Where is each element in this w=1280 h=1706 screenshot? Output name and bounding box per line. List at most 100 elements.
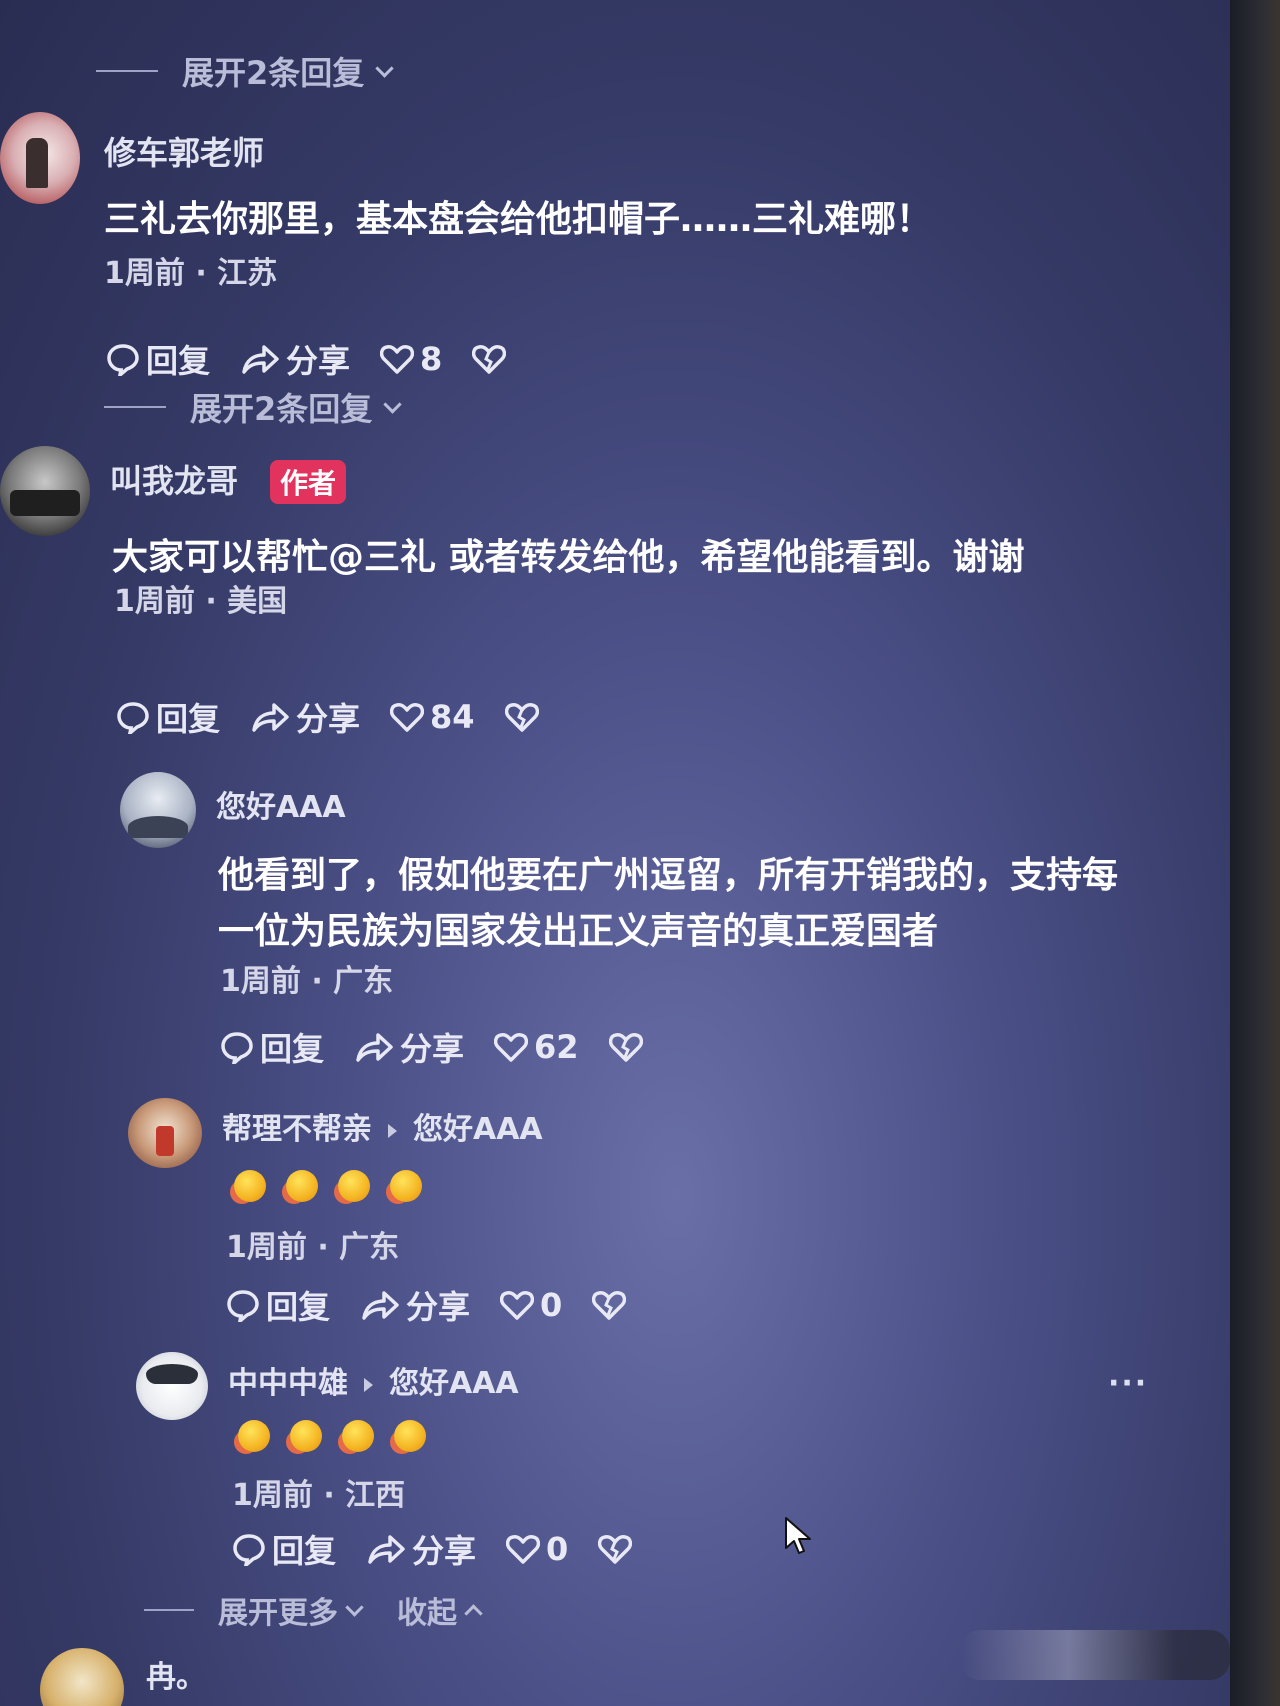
reply-button[interactable]: 回复 — [232, 1526, 336, 1572]
share-button[interactable]: 分享 — [366, 1526, 476, 1572]
like-button[interactable]: 0 — [500, 1286, 562, 1324]
share-button[interactable]: 分享 — [250, 694, 360, 740]
reply-to-name[interactable]: 您好AAA — [389, 1366, 519, 1401]
dislike-button[interactable] — [504, 701, 539, 733]
share-icon — [362, 1291, 399, 1320]
share-icon — [356, 1033, 393, 1062]
like-count: 62 — [534, 1028, 579, 1066]
reply-username[interactable]: 帮理不帮亲 您好AAA — [222, 1104, 543, 1148]
collapse-label: 收起 — [397, 1596, 457, 1631]
thumbs-up-emoji — [338, 1170, 370, 1202]
dislike-button[interactable] — [608, 1031, 643, 1063]
avatar[interactable] — [40, 1648, 124, 1706]
expand-more-label: 展开更多 — [218, 1596, 338, 1631]
thumbs-up-emoji — [394, 1420, 426, 1452]
share-icon — [252, 703, 289, 732]
comment-username[interactable]: 叫我龙哥 — [110, 456, 238, 502]
avatar-detail — [10, 490, 80, 516]
reply-button[interactable]: 回复 — [116, 694, 220, 740]
avatar[interactable] — [128, 1098, 202, 1168]
like-count: 84 — [430, 698, 475, 736]
expand-replies-link[interactable]: 展开2条回复 — [96, 48, 394, 94]
expand-replies-label: 展开2条回复 — [182, 54, 365, 92]
reply-actions: 回复 分享 0 — [232, 1526, 662, 1572]
dislike-button[interactable] — [598, 1533, 633, 1565]
reply-meta: 1周前 · 广东 — [226, 1230, 400, 1265]
monitor-bezel — [1230, 0, 1280, 1706]
reply-author-name[interactable]: 帮理不帮亲 — [222, 1112, 372, 1147]
dislike-heart-icon — [608, 1033, 643, 1062]
like-button[interactable]: 0 — [506, 1530, 568, 1568]
share-label: 分享 — [286, 342, 351, 380]
comment-screen: 展开2条回复 修车郭老师 三礼去你那里，基本盘会给他扣帽子……三礼难哪！ 1周前… — [0, 0, 1230, 1706]
heart-icon — [500, 1291, 535, 1320]
reply-button[interactable]: 回复 — [220, 1024, 324, 1070]
reply-meta: 1周前 · 江西 — [232, 1478, 406, 1513]
expand-replies-label: 展开2条回复 — [190, 390, 373, 428]
author-badge: 作者 — [270, 460, 347, 504]
mouse-cursor-icon — [785, 1517, 811, 1554]
share-label: 分享 — [296, 700, 361, 738]
thumbs-up-emoji — [286, 1170, 318, 1202]
reply-content-line2: 一位为民族为国家发出正义声音的真正爱国者 — [218, 911, 939, 952]
reply-label: 回复 — [156, 700, 221, 738]
reply-button[interactable]: 回复 — [106, 336, 210, 382]
avatar[interactable] — [136, 1352, 208, 1420]
comment-meta: 1周前 · 美国 — [114, 584, 288, 619]
avatar-figure — [26, 138, 48, 188]
reply-username[interactable]: 您好AAA — [216, 782, 346, 826]
dislike-heart-icon — [598, 1535, 633, 1564]
avatar-detail — [128, 816, 188, 838]
expand-replies-link[interactable]: 展开2条回复 — [104, 384, 402, 430]
reply-actions: 回复 分享 0 — [226, 1282, 656, 1328]
like-button[interactable]: 62 — [494, 1028, 579, 1066]
reply-to-name[interactable]: 您好AAA — [413, 1112, 543, 1147]
dislike-button[interactable] — [472, 343, 507, 375]
comment-meta: 1周前 · 江苏 — [104, 256, 278, 291]
reply-label: 回复 — [272, 1532, 337, 1570]
dislike-button[interactable] — [592, 1289, 627, 1321]
avatar[interactable] — [0, 446, 90, 536]
reply-author-name[interactable]: 中中中雄 — [228, 1366, 348, 1401]
reply-button[interactable]: 回复 — [226, 1282, 330, 1328]
comment-content: 大家可以帮忙@三礼 或者转发给他，希望他能看到。谢谢 — [112, 537, 1025, 578]
comment-icon — [107, 344, 139, 376]
like-button[interactable]: 8 — [380, 340, 442, 378]
thumbs-up-emoji — [290, 1420, 322, 1452]
thumbs-up-emoji — [342, 1420, 374, 1452]
share-label: 分享 — [412, 1532, 477, 1570]
reply-label: 回复 — [146, 342, 211, 380]
share-icon — [242, 345, 279, 374]
comment-icon — [227, 1290, 259, 1322]
share-label: 分享 — [400, 1030, 465, 1068]
reply-meta: 1周前 · 广东 — [220, 964, 394, 999]
reply-content-line1: 他看到了，假如他要在广州逗留，所有开销我的，支持每 — [218, 855, 1119, 896]
collapse-button[interactable]: 收起 — [397, 1588, 483, 1632]
expand-more-button[interactable]: 展开更多 — [218, 1588, 364, 1632]
more-options-button[interactable]: ··· — [1108, 1366, 1148, 1401]
comment-username[interactable]: 冉。 — [146, 1652, 206, 1696]
reply-label: 回复 — [266, 1288, 331, 1326]
avatar[interactable] — [0, 112, 80, 204]
avatar-detail — [156, 1126, 174, 1156]
emoji-row — [238, 1420, 426, 1452]
avatar[interactable] — [120, 772, 196, 848]
comment-icon — [221, 1032, 253, 1064]
share-button[interactable]: 分享 — [354, 1024, 464, 1070]
thumbs-up-emoji — [234, 1170, 266, 1202]
divider-line — [144, 1609, 194, 1611]
share-button[interactable]: 分享 — [360, 1282, 470, 1328]
dislike-heart-icon — [472, 345, 507, 374]
dislike-heart-icon — [592, 1291, 627, 1320]
chevron-down-icon — [383, 394, 402, 414]
expand-more-row: 展开更多 收起 — [144, 1588, 483, 1632]
emoji-row — [234, 1170, 422, 1202]
reply-username[interactable]: 中中中雄 您好AAA — [228, 1358, 519, 1402]
share-button[interactable]: 分享 — [240, 336, 350, 382]
like-button[interactable]: 84 — [390, 698, 475, 736]
chevron-down-icon — [375, 58, 394, 78]
comment-username[interactable]: 修车郭老师 — [104, 128, 264, 174]
share-label: 分享 — [406, 1288, 471, 1326]
heart-icon — [506, 1535, 541, 1564]
like-count: 8 — [420, 340, 443, 378]
